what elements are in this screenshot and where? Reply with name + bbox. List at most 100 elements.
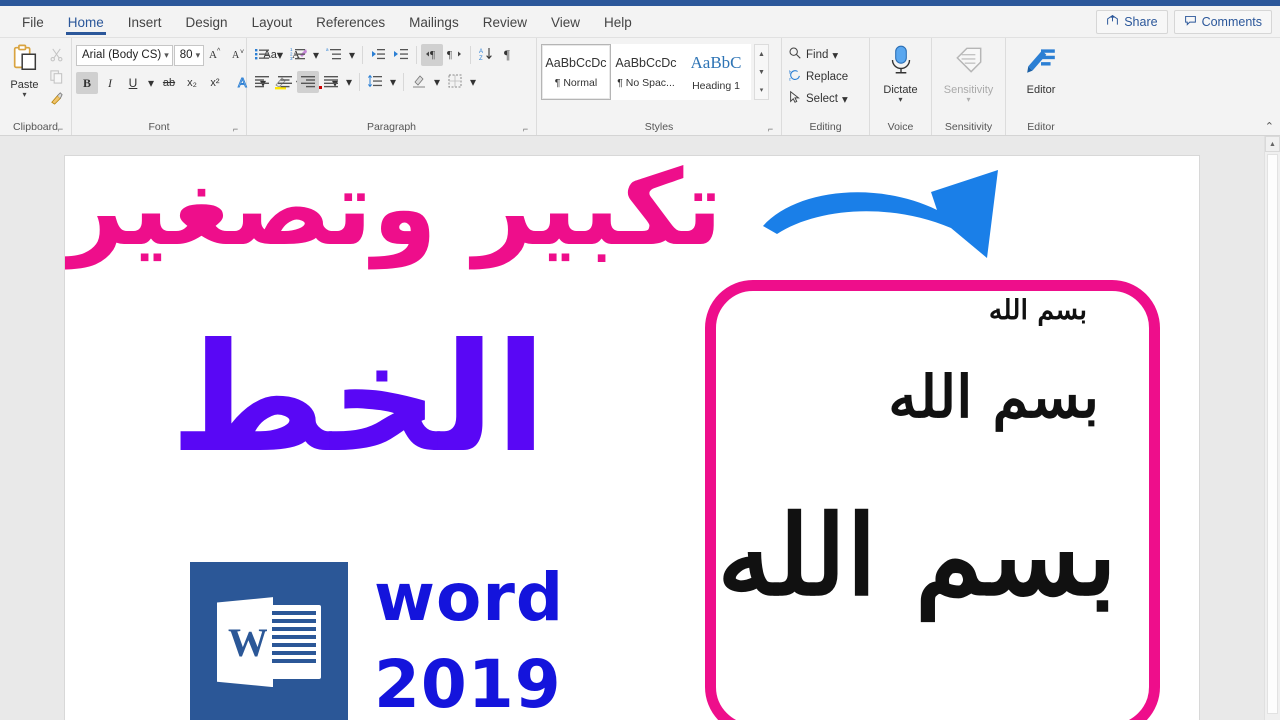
styles-dialog-launcher[interactable]: ⌐ (766, 125, 775, 134)
style-heading-1[interactable]: AaBbC Heading 1 (681, 44, 751, 100)
tab-view[interactable]: View (539, 9, 592, 35)
paragraph-dialog-launcher[interactable]: ⌐ (521, 125, 530, 134)
find-button[interactable]: Find ▾ (786, 44, 865, 65)
clipboard-group-label: Clipboard ⌐ (4, 120, 67, 135)
bold-button[interactable]: B (76, 72, 98, 94)
grow-font-button[interactable]: A ^ (205, 44, 227, 66)
paste-button[interactable]: Paste ▾ (4, 40, 45, 99)
italic-button[interactable]: I (99, 72, 121, 94)
copy-button[interactable] (45, 66, 67, 87)
font-label-text: Font (148, 121, 170, 133)
chevron-down-icon[interactable]: ▾ (832, 48, 838, 62)
editor-group-label: Editor (1010, 120, 1072, 135)
comments-label: Comments (1201, 15, 1262, 29)
scrollbar-thumb[interactable] (1267, 154, 1278, 714)
shading-button[interactable] (408, 71, 430, 93)
chevron-down-icon[interactable]: ▾ (193, 50, 201, 61)
divider (359, 73, 360, 91)
borders-button[interactable] (444, 71, 466, 93)
tab-review[interactable]: Review (471, 9, 539, 35)
replace-icon: bc (788, 68, 802, 85)
bullet-list-button[interactable] (251, 44, 273, 66)
underline-button[interactable]: U (122, 72, 144, 94)
decrease-indent-button[interactable] (367, 44, 389, 66)
chevron-down-icon[interactable]: ▾ (161, 50, 169, 61)
tab-help[interactable]: Help (592, 9, 644, 35)
bullet-list-dropdown[interactable]: ▾ (274, 44, 286, 66)
editor-button[interactable]: Editor (1012, 40, 1070, 96)
vertical-scrollbar[interactable]: ▲ (1264, 136, 1280, 720)
scroll-up-button[interactable]: ▲ (1265, 136, 1280, 152)
word-window: File Home Insert Design Layout Reference… (0, 0, 1280, 720)
line-spacing-dropdown[interactable]: ▾ (387, 71, 399, 93)
strikethrough-button[interactable]: ab (158, 72, 180, 94)
numbered-list-button[interactable]: 123 (287, 44, 309, 66)
ribbon-group-paragraph: ▾ 123 ▾ a ▾ ¶ ¶ A Z ¶ ▾ ▾ ▾ ▾ Paragraph … (247, 38, 537, 135)
shading-dropdown[interactable]: ▾ (431, 71, 443, 93)
font-name-input[interactable]: Arial (Body CS) ▾ (76, 44, 173, 66)
tab-layout[interactable]: Layout (240, 9, 305, 35)
cut-button[interactable] (45, 44, 67, 65)
format-painter-button[interactable] (45, 88, 67, 109)
share-label: Share (1124, 15, 1158, 29)
style-no-spacing[interactable]: AaBbCcDc ¶ No Spac... (611, 44, 681, 100)
cursor-select-icon (788, 90, 802, 107)
clipboard-dialog-launcher[interactable]: ⌐ (56, 125, 65, 134)
comments-button[interactable]: Comments (1173, 10, 1272, 34)
multilevel-list-dropdown[interactable]: ▾ (346, 44, 358, 66)
numbered-list-dropdown[interactable]: ▾ (310, 44, 322, 66)
show-formatting-marks-button[interactable]: ¶ (498, 44, 520, 66)
styles-more-button[interactable]: ▾ (755, 81, 768, 99)
multilevel-list-button[interactable]: a (323, 44, 345, 66)
sort-button[interactable]: AZ (475, 44, 497, 66)
font-dialog-launcher[interactable]: ⌐ (231, 125, 240, 134)
chevron-down-icon[interactable]: ▾ (22, 91, 26, 99)
tab-mailings[interactable]: Mailings (397, 9, 471, 35)
subscript-button[interactable]: x₂ (181, 72, 203, 94)
dictate-button[interactable]: Dictate ▾ (874, 40, 927, 104)
justify-button[interactable] (320, 71, 342, 93)
style-preview: AaBbCcDc (545, 55, 607, 70)
find-label: Find (806, 48, 829, 61)
svg-text:A: A (209, 49, 217, 61)
underline-dropdown[interactable]: ▾ (145, 72, 157, 94)
left-to-right-text-button[interactable]: ¶ (444, 44, 466, 66)
align-right-button[interactable] (297, 71, 319, 93)
font-size-input[interactable]: 80 ▾ (173, 44, 205, 66)
line-spacing-button[interactable] (364, 71, 386, 93)
svg-text:A: A (479, 49, 483, 55)
collapse-ribbon-icon[interactable]: ⌃ (1265, 120, 1274, 133)
sample-box[interactable]: بسم الله بسم الله بسم الله (705, 280, 1160, 720)
select-button[interactable]: Select ▾ (786, 88, 865, 109)
style-normal[interactable]: AaBbCcDc ¶ Normal (541, 44, 611, 100)
document-page[interactable]: تكبير وتصغير الخط W word 2019 بسم الله ب… (64, 155, 1200, 720)
tab-home[interactable]: Home (56, 9, 116, 35)
styles-scroll-up-button[interactable]: ▲ (755, 45, 768, 63)
chevron-down-icon[interactable]: ▾ (966, 96, 970, 104)
borders-icon (447, 73, 463, 92)
chevron-down-icon[interactable]: ▾ (842, 92, 848, 106)
sensitivity-button[interactable]: Sensitivity ▾ (940, 40, 998, 104)
tab-file[interactable]: File (10, 9, 56, 35)
chevron-down-icon: ▾ (348, 48, 356, 62)
brand-block: W word 2019 (190, 554, 564, 720)
chevron-down-icon[interactable]: ▾ (898, 96, 902, 104)
styles-scroll-down-button[interactable]: ▼ (755, 63, 768, 81)
replace-button[interactable]: bc Replace (786, 66, 865, 87)
tab-insert[interactable]: Insert (116, 9, 174, 35)
right-to-left-text-button[interactable]: ¶ (421, 44, 443, 66)
borders-dropdown[interactable]: ▾ (467, 71, 479, 93)
decrease-indent-icon (370, 46, 386, 65)
increase-indent-button[interactable] (390, 44, 412, 66)
tab-references[interactable]: References (304, 9, 397, 35)
share-button[interactable]: Share (1096, 10, 1168, 34)
increase-indent-icon (393, 46, 409, 65)
justify-dropdown[interactable]: ▾ (343, 71, 355, 93)
ribbon-group-voice: Dictate ▾ Voice (870, 38, 932, 135)
superscript-button[interactable]: x² (204, 72, 226, 94)
curved-arrow-shape[interactable] (755, 164, 1005, 279)
svg-text:^: ^ (217, 48, 221, 55)
tab-design[interactable]: Design (174, 9, 240, 35)
align-left-button[interactable] (251, 71, 273, 93)
align-center-button[interactable] (274, 71, 296, 93)
